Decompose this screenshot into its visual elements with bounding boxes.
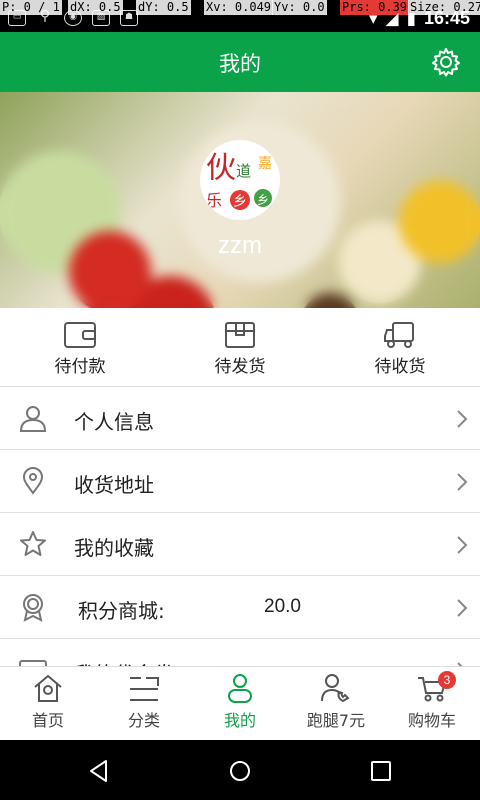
recents-icon[interactable] (368, 758, 394, 784)
box-icon (225, 322, 255, 348)
points-value: 20.0 (264, 596, 301, 617)
chevron-right-icon (457, 410, 468, 428)
logo-char-1: 伙 (206, 151, 236, 186)
menu-item-vouchers[interactable]: 我的代金券 (0, 639, 480, 666)
logo-char-6: 乡 (257, 193, 269, 207)
nav-cart-label: 购物车 (407, 711, 456, 730)
cart-badge: 3 (438, 671, 456, 689)
home-button-icon[interactable] (227, 758, 253, 784)
nav-category-label: 分类 (127, 711, 160, 730)
wifi-icon: ▾ (368, 8, 378, 29)
nav-cart[interactable]: 3 购物车 (384, 667, 480, 740)
menu-item-label: 个人信息 (74, 410, 154, 434)
chevron-right-icon (457, 599, 468, 617)
menu-item-favorites[interactable]: 我的收藏 (0, 513, 480, 576)
truck-icon (384, 322, 414, 348)
screen: ▭ ⚲ ◉ ▨ ☗ P: 0 / 1 dX: 0.5 dY: 0.5 Xv: 0… (0, 0, 480, 800)
order-pending-receipt[interactable]: 待收货 (320, 308, 480, 386)
order-pending-payment[interactable]: 待付款 (0, 308, 160, 386)
status-right: ▾ ◢ ▮ 16:45 (369, 8, 470, 29)
page-title: 我的 (219, 52, 261, 76)
gear-icon[interactable] (430, 46, 462, 78)
signal-icon: ◢ (385, 8, 399, 29)
category-icon (130, 677, 159, 701)
logo-char-5: 乡 (233, 194, 247, 210)
nav-profile-label: 我的 (223, 711, 256, 730)
logo-char-3: 嘉 (258, 156, 272, 172)
profile-icon (228, 674, 252, 703)
chevron-right-icon (457, 473, 468, 491)
nav-courier-label: 跑腿7元 (306, 711, 366, 730)
order-pending-receipt-label: 待收货 (374, 357, 426, 377)
order-pending-shipment-label: 待发货 (214, 357, 266, 377)
chevron-right-icon (457, 536, 468, 554)
status-time: 16:45 (423, 8, 470, 28)
person-icon (19, 406, 47, 432)
menu-item-points-mall[interactable]: 积分商城: 20.0 (0, 576, 480, 639)
status-bar: ▭ ⚲ ◉ ▨ ☗ P: 0 / 1 dX: 0.5 dY: 0.5 Xv: 0… (0, 0, 480, 32)
debug-dy: dY: 0.5 (136, 0, 191, 15)
menu-list: 个人信息 收货地址 我的收藏 积分商城: 20.0 (0, 386, 480, 666)
medal-icon (23, 594, 43, 622)
logo-char-2: 道 (236, 162, 251, 180)
debug-p: P: 0 / 1 (0, 0, 62, 15)
order-pending-payment-label: 待付款 (54, 357, 106, 377)
menu-item-label: 我的收藏 (74, 536, 154, 560)
menu-item-profile-info[interactable]: 个人信息 (0, 387, 480, 450)
nav-courier[interactable]: 跑腿7元 (288, 667, 384, 740)
nav-category[interactable]: 分类 (96, 667, 192, 740)
debug-dx: dX: 0.5 (68, 0, 123, 15)
order-pending-shipment[interactable]: 待发货 (160, 308, 320, 386)
nav-home-label: 首页 (31, 711, 64, 730)
star-icon (20, 531, 46, 556)
battery-icon: ▮ (406, 8, 416, 29)
menu-item-shipping-address[interactable]: 收货地址 (0, 450, 480, 513)
username: zzm (218, 232, 262, 259)
nav-home[interactable]: 首页 (0, 667, 96, 740)
back-icon[interactable] (86, 758, 112, 784)
menu-item-label: 收货地址 (74, 473, 154, 497)
debug-yv: Yv: 0.0 (272, 0, 327, 15)
menu-item-label: 我的代金券 (74, 658, 174, 666)
wallet-icon (64, 322, 96, 348)
location-pin-icon (22, 467, 44, 495)
courier-icon (321, 674, 350, 703)
brand-logo: 伙 道 嘉 乐 乡 乡 (206, 151, 272, 210)
debug-xv: Xv: 0.049 (204, 0, 274, 15)
menu-item-label: 积分商城: (78, 599, 165, 623)
coupon-icon (19, 660, 47, 666)
order-status-row: 待付款 待发货 待收货 (0, 308, 480, 386)
system-navigation-bar (0, 740, 480, 800)
bottom-nav: 首页 分类 我的 跑腿7元 3 购物车 (0, 666, 480, 740)
app-header: 我的 (0, 32, 480, 92)
home-icon (34, 674, 62, 702)
avatar[interactable]: 伙 道 嘉 乐 乡 乡 (200, 140, 280, 220)
nav-profile[interactable]: 我的 (192, 667, 288, 740)
